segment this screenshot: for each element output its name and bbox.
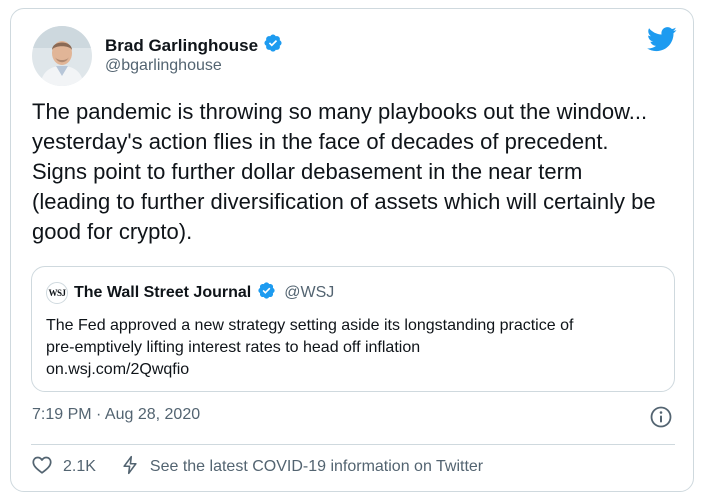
author-display-name[interactable]: Brad Garlinghouse xyxy=(105,36,258,56)
quoted-link[interactable]: on.wsj.com/2Qwqfio xyxy=(46,359,666,381)
like-count: 2.1K xyxy=(63,458,96,475)
quoted-text-line: pre-emptively lifting interest rates to … xyxy=(46,339,421,356)
tweet-text: The pandemic is throwing so many playboo… xyxy=(32,99,656,244)
like-button[interactable]: 2.1K xyxy=(31,454,96,481)
covid-info-link[interactable]: See the latest COVID-19 information on T… xyxy=(120,454,483,481)
quoted-tweet[interactable]: WSJ The Wall Street Journal @WSJ The Fed… xyxy=(31,266,675,392)
heart-icon xyxy=(31,454,53,481)
author-handle[interactable]: @bgarlinghouse xyxy=(105,57,222,75)
quoted-tweet-header: WSJ The Wall Street Journal @WSJ xyxy=(46,281,334,305)
author-name-row: Brad Garlinghouse xyxy=(105,33,283,58)
quoted-tweet-text: The Fed approved a new strategy setting … xyxy=(46,315,666,381)
quoted-text-line: The Fed approved a new strategy setting … xyxy=(46,317,574,334)
tweet-card: Brad Garlinghouse @bgarlinghouse The pan… xyxy=(10,8,694,492)
avatar-photo xyxy=(32,26,92,86)
tweet-timestamp[interactable]: 7:19 PM · Aug 28, 2020 xyxy=(32,406,200,424)
wsj-logo: WSJ xyxy=(46,282,68,304)
quoted-handle: @WSJ xyxy=(284,284,335,301)
twitter-bird-icon[interactable] xyxy=(647,27,677,57)
lightning-icon xyxy=(120,454,140,481)
avatar[interactable] xyxy=(32,26,92,86)
verified-badge-icon xyxy=(257,281,276,305)
quoted-display-name: The Wall Street Journal xyxy=(74,284,252,301)
verified-badge-icon xyxy=(263,33,283,58)
info-icon[interactable] xyxy=(649,405,673,434)
covid-info-text: See the latest COVID-19 information on T… xyxy=(149,458,484,475)
footer-divider xyxy=(31,444,675,445)
tweet-footer: 2.1K See the latest COVID-19 information… xyxy=(31,455,483,479)
